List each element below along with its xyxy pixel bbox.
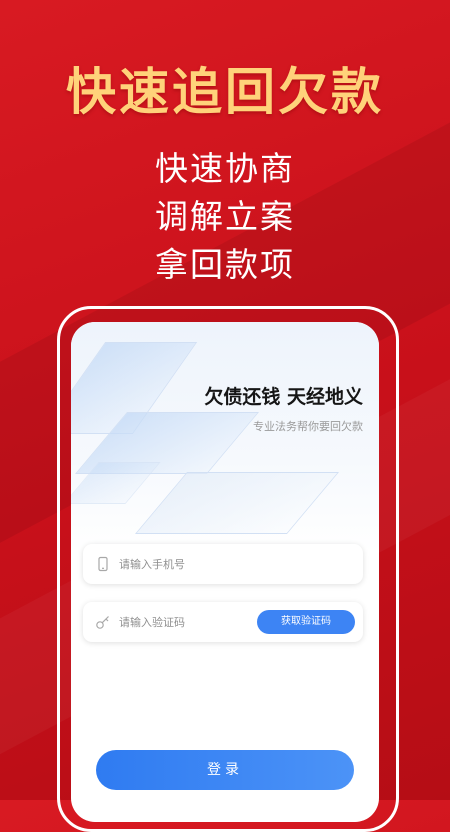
key-icon [95, 614, 111, 630]
glass-panel [134, 472, 340, 534]
phone-icon [95, 556, 111, 572]
phone-field[interactable] [83, 544, 363, 584]
phone-screen: 欠债还钱 天经地义 专业法务帮你要回欠款 获取验证码 登录 [71, 322, 379, 822]
get-code-button[interactable]: 获取验证码 [257, 610, 355, 634]
promo-headline: 快速追回欠款 [66, 63, 384, 121]
slogan-title: 欠债还钱 天经地义 [204, 386, 363, 408]
code-field[interactable]: 获取验证码 [83, 602, 363, 642]
login-button[interactable]: 登录 [96, 750, 354, 790]
slogan-subtitle: 专业法务帮你要回欠款 [253, 420, 363, 433]
glass-illustration [71, 322, 379, 552]
code-input[interactable] [119, 602, 269, 642]
phone-input[interactable] [119, 544, 269, 584]
promo-line-2: 调解立案 [155, 197, 295, 236]
promo-line-3: 拿回款项 [155, 245, 295, 284]
promo-line-1: 快速协商 [155, 149, 295, 188]
